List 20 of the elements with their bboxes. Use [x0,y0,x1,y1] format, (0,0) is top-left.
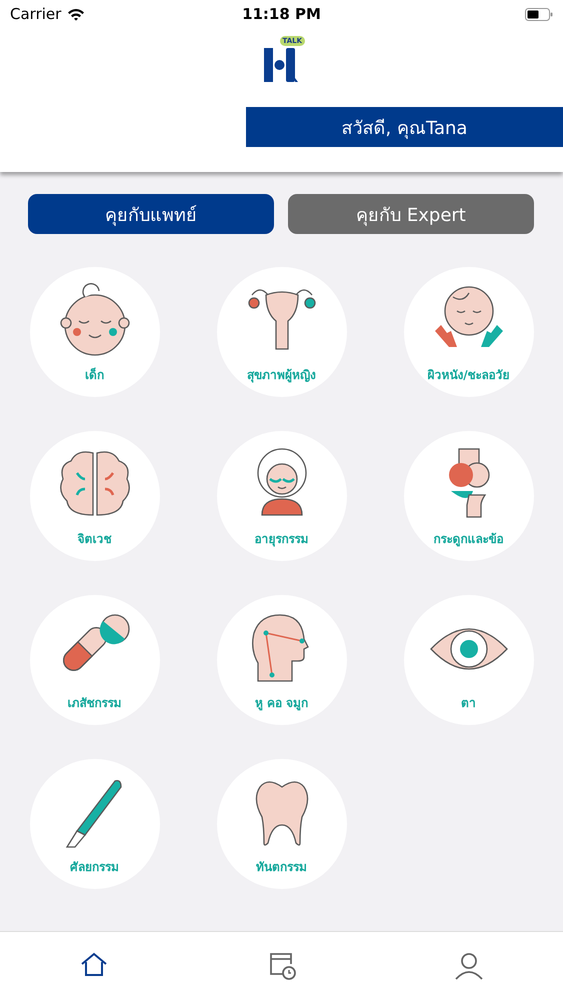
logo-icon [264,48,298,82]
category-button[interactable]: จิตเวช [30,431,160,561]
category-button[interactable]: สุขภาพผู้หญิง [216,267,346,397]
category-button[interactable]: เด็ก [30,267,160,397]
tab[interactable]: คุยกับ Expert [288,194,534,234]
category-button[interactable]: หู คอ จมูก [216,595,346,725]
category-button[interactable]: เภสัชกรรม [30,595,160,725]
tab[interactable]: คุยกับแพทย์ [28,194,274,234]
category-button[interactable]: ตา [404,595,534,725]
battery-icon [525,8,554,20]
greeting-banner: สวัสดี, คุณTana [246,107,563,147]
category-button[interactable]: ศัลยกรรม [30,759,160,889]
status-time: 11:18 PM [242,5,321,23]
category-button[interactable]: ทันตกรรม [216,759,346,889]
category-button[interactable]: อายุรกรรม [216,431,346,561]
category-button[interactable]: กระดูกและข้อ [404,431,534,561]
category-button[interactable]: ผิวหนัง/ชะลอวัย [404,267,534,397]
carrier-name: Carrier [10,5,62,23]
wifi-icon [67,8,86,20]
profile-icon[interactable] [453,950,486,982]
